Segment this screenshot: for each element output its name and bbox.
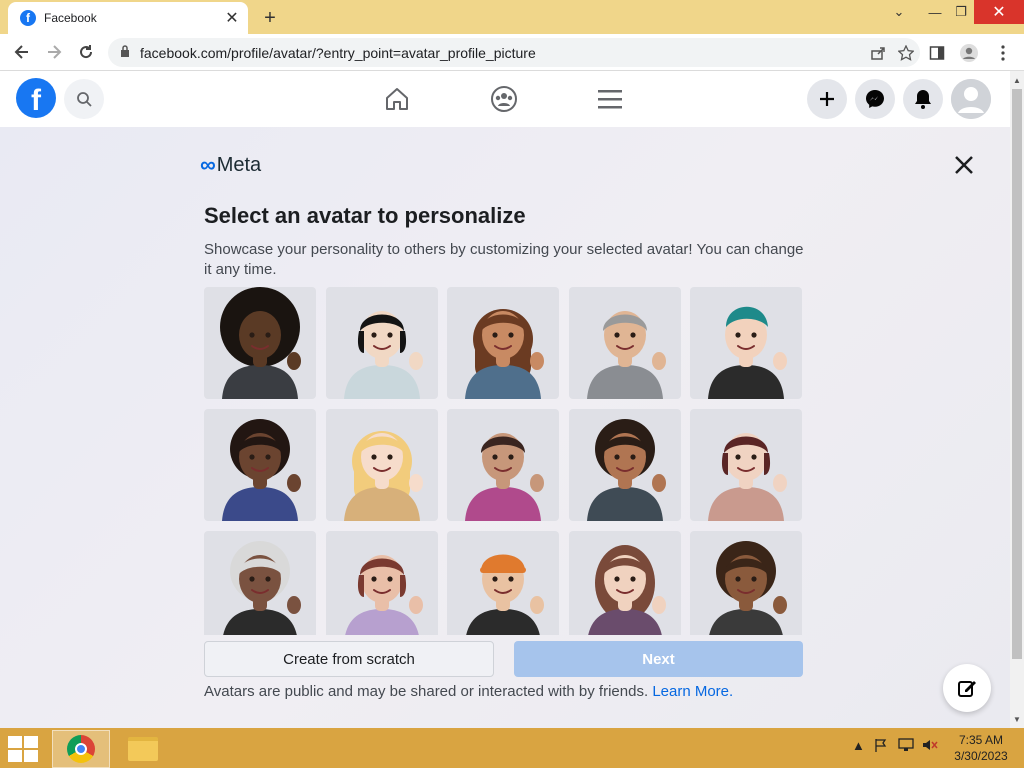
avatar-illustration [587, 311, 666, 399]
avatar-option[interactable] [569, 409, 681, 521]
window-close-button[interactable]: ✕ [974, 0, 1024, 24]
tab-search-icon[interactable]: ⌄ [882, 0, 916, 24]
clock-date: 3/30/2023 [954, 749, 1008, 763]
lock-icon[interactable] [120, 45, 130, 60]
avatar-illustration [708, 433, 787, 521]
folder-icon [128, 737, 158, 761]
avatar-option[interactable] [690, 531, 802, 635]
meta-infinity-icon: ∞ [200, 152, 216, 177]
create-icon[interactable] [807, 79, 847, 119]
privacy-note-text: Avatars are public and may be shared or … [204, 683, 649, 700]
file-explorer-taskbar-button[interactable] [114, 730, 172, 768]
avatar-illustration [344, 431, 423, 521]
avatar-illustration [220, 287, 301, 399]
windows-taskbar: ▲ 7:35 AM 3/30/2023 [0, 728, 1024, 768]
avatar-illustration [588, 545, 666, 635]
edit-icon [958, 681, 976, 697]
avatar-option[interactable] [690, 409, 802, 521]
clock-time: 7:35 AM [958, 733, 1004, 747]
close-icon[interactable] [950, 151, 978, 179]
avatar-option[interactable] [204, 409, 316, 521]
side-panel-icon[interactable] [924, 40, 950, 66]
bookmark-star-icon[interactable] [892, 41, 920, 65]
new-tab-button[interactable]: + [258, 6, 282, 30]
tab-title: Facebook [44, 11, 97, 25]
maximize-button[interactable]: ❐ [944, 0, 978, 24]
avatar-option[interactable] [569, 531, 681, 635]
facebook-favicon-icon: f [20, 10, 36, 26]
chrome-icon [67, 735, 95, 763]
groups-icon[interactable] [488, 83, 520, 115]
avatar-illustration [465, 433, 544, 521]
account-icon[interactable] [951, 79, 991, 119]
page-scrollbar[interactable]: ▲ ▼ [1010, 71, 1024, 728]
messenger-icon[interactable] [855, 79, 895, 119]
new-message-button[interactable] [943, 664, 991, 712]
next-button[interactable]: Next [514, 641, 803, 677]
forward-arrow-icon[interactable] [42, 40, 66, 64]
home-icon[interactable] [381, 83, 413, 115]
reload-icon[interactable] [74, 40, 98, 64]
browser-toolbar: facebook.com/profile/avatar/?entry_point… [0, 34, 1024, 71]
facebook-logo[interactable]: f [16, 78, 56, 118]
tray-expand-icon[interactable]: ▲ [852, 738, 865, 753]
profile-icon[interactable] [956, 40, 982, 66]
avatar-illustration [223, 541, 301, 635]
page-description: Showcase your personality to others by c… [204, 241, 804, 278]
scroll-down-arrow-icon[interactable]: ▼ [1010, 712, 1024, 726]
avatar-option[interactable] [447, 531, 559, 635]
avatar-option[interactable] [447, 287, 559, 399]
avatar-privacy-note: Avatars are public and may be shared or … [204, 683, 733, 700]
meta-logo: ∞ Meta [200, 152, 261, 178]
taskbar-clock[interactable]: 7:35 AM 3/30/2023 [952, 732, 1010, 764]
avatar-illustration [222, 419, 301, 521]
avatar-grid [204, 287, 804, 635]
create-from-scratch-button[interactable]: Create from scratch [204, 641, 494, 677]
avatar-option[interactable] [204, 287, 316, 399]
scroll-up-arrow-icon[interactable]: ▲ [1010, 73, 1024, 87]
network-icon[interactable] [898, 738, 914, 755]
avatar-illustration [587, 419, 666, 521]
avatar-option[interactable] [690, 287, 802, 399]
browser-tabbar: f Facebook ✕ + ⌄ — ❐ ✕ [0, 0, 1024, 34]
facebook-header: f [0, 71, 1010, 127]
avatar-option[interactable] [447, 409, 559, 521]
avatar-option[interactable] [326, 409, 438, 521]
avatar-option[interactable] [326, 287, 438, 399]
share-icon[interactable] [864, 41, 892, 65]
learn-more-link[interactable]: Learn More. [652, 683, 733, 700]
volume-muted-icon[interactable] [922, 738, 938, 755]
menu-icon[interactable] [594, 83, 626, 115]
avatar-selection-panel: ∞ Meta Select an avatar to personalize S… [0, 127, 1010, 728]
chrome-taskbar-button[interactable] [52, 730, 110, 768]
avatar-option[interactable] [204, 531, 316, 635]
address-bar[interactable]: facebook.com/profile/avatar/?entry_point… [108, 38, 920, 67]
meta-brand-text: Meta [216, 153, 262, 176]
avatar-illustration [709, 541, 787, 635]
avatar-illustration [708, 306, 787, 399]
scroll-thumb[interactable] [1012, 89, 1022, 659]
page-title: Select an avatar to personalize [204, 203, 526, 228]
avatar-illustration [466, 554, 544, 635]
kebab-menu-icon[interactable] [990, 40, 1016, 66]
avatar-option[interactable] [569, 287, 681, 399]
tab-close-icon[interactable]: ✕ [222, 8, 242, 28]
windows-start-icon[interactable] [8, 736, 38, 762]
avatar-illustration [465, 309, 544, 399]
avatar-illustration [344, 311, 423, 399]
url-text[interactable]: facebook.com/profile/avatar/?entry_point… [140, 45, 864, 61]
avatar-option[interactable] [326, 531, 438, 635]
browser-tab[interactable]: f Facebook ✕ [8, 2, 248, 34]
back-arrow-icon[interactable] [10, 40, 34, 64]
action-center-flag-icon[interactable] [874, 738, 888, 755]
search-icon[interactable] [64, 79, 104, 119]
notifications-icon[interactable] [903, 79, 943, 119]
avatar-illustration [345, 555, 423, 635]
